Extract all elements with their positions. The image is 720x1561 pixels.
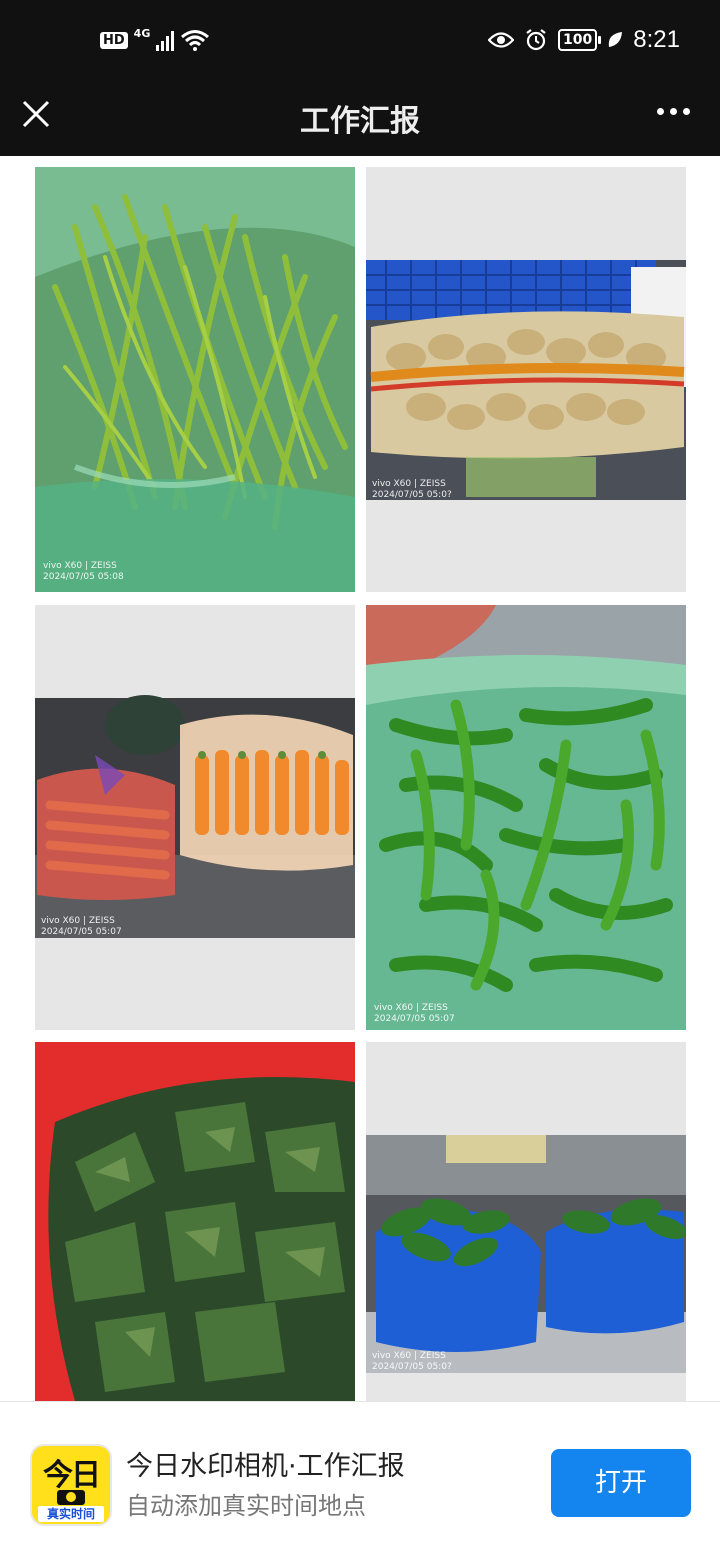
leaf-icon xyxy=(609,32,623,47)
app-logo-icon[interactable]: 今日 真实时间 xyxy=(30,1444,112,1526)
app-download-banner: 今日 真实时间 今日水印相机·工作汇报 自动添加真实时间地点 打开 xyxy=(0,1401,720,1561)
title-bar: 工作汇报 xyxy=(0,84,720,156)
open-app-button[interactable]: 打开 xyxy=(551,1449,691,1517)
watermark-device: vivo X60 | ZEISS xyxy=(374,1003,448,1013)
status-bar: HD 4G 100 8:21 xyxy=(0,0,720,84)
watermark-device: vivo X60 | ZEISS xyxy=(41,916,115,926)
camera-icon xyxy=(57,1490,85,1505)
leafy-greens-photo xyxy=(366,1042,686,1401)
watermark-date: 2024/07/05 05:08 xyxy=(43,572,124,582)
more-dot-icon xyxy=(683,108,690,115)
watermark-date: 2024/07/05 05:07 xyxy=(41,927,122,937)
eye-icon xyxy=(488,32,515,48)
watermark-device: vivo X60 | ZEISS xyxy=(43,561,117,571)
more-dot-icon xyxy=(670,108,677,115)
photo-grid: vivo X60 | ZEISS 2024/07/05 05:08 vivo X… xyxy=(0,156,720,1401)
watermark-date: 2024/07/05 05:0? xyxy=(372,1362,452,1372)
photo-tile-potatoes[interactable]: vivo X60 | ZEISS 2024/07/05 05:0? xyxy=(366,167,686,592)
kelp-photo xyxy=(35,1042,355,1401)
battery-icon: 100 xyxy=(558,29,602,51)
hd-badge: HD xyxy=(100,31,128,49)
photo-tile-green-peppers[interactable]: vivo X60 | ZEISS 2024/07/05 05:07 xyxy=(366,605,686,1030)
page-title: 工作汇报 xyxy=(300,104,420,139)
status-left: HD 4G xyxy=(100,26,210,52)
watermark: vivo X60 | ZEISS 2024/07/05 05:0? xyxy=(372,479,452,501)
app-icon-caption: 真实时间 xyxy=(38,1506,104,1522)
watermark-date: 2024/07/05 05:0? xyxy=(372,490,452,500)
more-dot-icon xyxy=(657,108,664,115)
status-right: 100 8:21 xyxy=(488,26,680,54)
watermark: vivo X60 | ZEISS 2024/07/05 05:0? xyxy=(372,1351,452,1373)
watermark-device: vivo X60 | ZEISS xyxy=(372,1351,446,1361)
more-options-button[interactable] xyxy=(657,108,690,115)
photo-tile-kelp[interactable] xyxy=(35,1042,355,1401)
photo-tile-leafy-greens[interactable]: vivo X60 | ZEISS 2024/07/05 05:0? xyxy=(366,1042,686,1401)
network-type-label: 4G xyxy=(133,26,151,40)
photo-tile-green-beans[interactable]: vivo X60 | ZEISS 2024/07/05 05:08 xyxy=(35,167,355,592)
watermark: vivo X60 | ZEISS 2024/07/05 05:08 xyxy=(43,561,124,583)
green-beans-photo xyxy=(35,167,355,592)
alarm-icon xyxy=(526,29,546,51)
photo-tile-carrots[interactable]: vivo X60 | ZEISS 2024/07/05 05:07 xyxy=(35,605,355,1030)
watermark-date: 2024/07/05 05:07 xyxy=(374,1014,455,1024)
signal-icon xyxy=(156,29,175,51)
watermark-device: vivo X60 | ZEISS xyxy=(372,479,446,489)
status-time: 8:21 xyxy=(633,26,680,53)
green-peppers-photo xyxy=(366,605,686,1030)
app-description: 自动添加真实时间地点 xyxy=(126,1492,366,1520)
carrots-photo xyxy=(35,605,355,1030)
watermark: vivo X60 | ZEISS 2024/07/05 05:07 xyxy=(41,916,122,938)
app-name: 今日水印相机·工作汇报 xyxy=(126,1451,405,1482)
watermark: vivo X60 | ZEISS 2024/07/05 05:07 xyxy=(374,1003,455,1025)
wifi-icon xyxy=(181,30,210,51)
potatoes-photo xyxy=(366,167,686,592)
